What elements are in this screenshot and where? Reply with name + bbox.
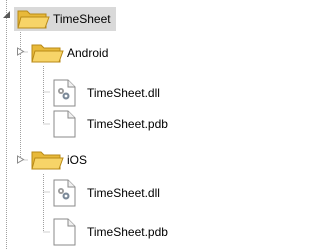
file-tree: TimeSheet Android TimeSheet.dll TimeShee… <box>0 0 244 249</box>
root-expander-icon[interactable] <box>2 10 11 19</box>
tree-node-root[interactable]: TimeSheet <box>14 7 116 31</box>
tree-node-label: TimeSheet <box>53 12 111 26</box>
tree-node-label: Android <box>67 46 109 60</box>
folder-icon <box>31 151 64 170</box>
blank-file-icon <box>53 218 76 246</box>
tree-node-ios[interactable]: iOS <box>30 149 92 171</box>
folder-icon <box>31 44 64 63</box>
tree-node-android[interactable]: Android <box>30 42 113 64</box>
dll-file-icon <box>53 179 76 207</box>
android-expander-icon[interactable] <box>16 47 25 56</box>
selection-highlight: TimeSheet <box>14 7 116 31</box>
tree-node-label: iOS <box>67 153 88 167</box>
dll-file-icon <box>53 79 76 107</box>
tree-node-label: TimeSheet.dll <box>87 186 160 200</box>
tree-node-ios-pdb[interactable]: TimeSheet.pdb <box>52 218 173 246</box>
tree-node-label: TimeSheet.pdb <box>87 117 168 131</box>
folder-icon <box>17 10 50 29</box>
ios-expander-icon[interactable] <box>16 155 25 164</box>
tree-node-ios-dll[interactable]: TimeSheet.dll <box>52 179 165 207</box>
blank-file-icon <box>53 110 76 138</box>
tree-node-android-pdb[interactable]: TimeSheet.pdb <box>52 110 173 138</box>
tree-node-label: TimeSheet.dll <box>87 86 160 100</box>
tree-node-label: TimeSheet.pdb <box>87 225 168 239</box>
tree-node-android-dll[interactable]: TimeSheet.dll <box>52 79 165 107</box>
